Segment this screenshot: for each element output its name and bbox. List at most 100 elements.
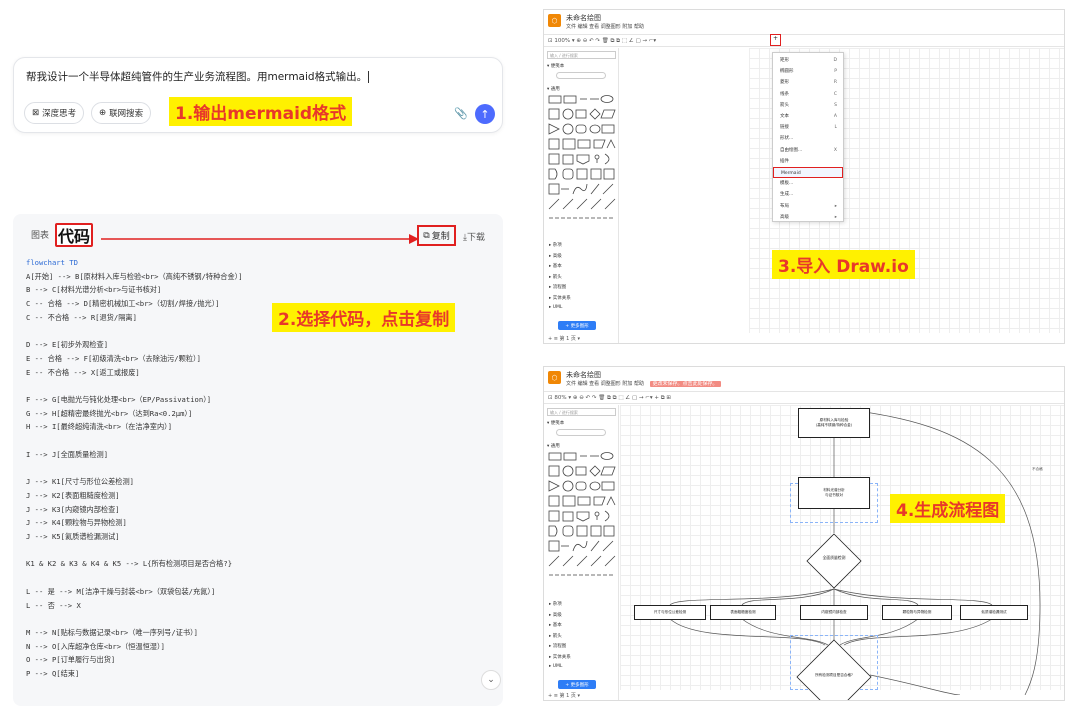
- insert-menu-item[interactable]: 矩形 D: [773, 55, 843, 66]
- flow-node-n2[interactable]: 材料光谱分析 与证书核对: [798, 477, 870, 509]
- code-line: E -- 合格 --> F[初级清洗<br>（去除油污/颗粒）]: [26, 353, 201, 363]
- annotation-step1: 1.输出mermaid格式: [169, 97, 353, 126]
- code-line: N --> O[入库超净仓库<br>（恒温恒湿）]: [26, 641, 165, 651]
- code-line: F --> G[电抛光与钝化处理<br>（EP/Passivation）]: [26, 395, 212, 404]
- code-line: B --> C[材料光谱分析<br>与证书核对]: [26, 285, 162, 295]
- menu-item-label: 文本: [780, 114, 789, 119]
- insert-menu-item[interactable]: 椭圆形 P: [773, 66, 843, 77]
- code-line: D --> E[初步外观检查]: [26, 340, 109, 350]
- more-shapes-button[interactable]: + 更多图形: [558, 680, 596, 689]
- deep-think-button[interactable]: ⊠ 深度思考: [24, 102, 85, 124]
- flow-node-n1[interactable]: 原材料入库与检验 (高纯不锈钢/特种合金): [798, 408, 870, 438]
- scratchpad-drop[interactable]: [556, 429, 606, 436]
- scroll-down-button[interactable]: ⌄: [481, 670, 501, 690]
- menu-item-shortcut: X: [833, 147, 837, 153]
- menu-item-label: 模板...: [780, 181, 794, 187]
- drawio-toolbar[interactable]: ⊡ 100% ▾ ⊕ ⊖ ↶ ↷ 🗑 ⧉ ⧉ ⬚ ∠ ▢ → ⌐▾: [544, 34, 1064, 47]
- insert-menu-item[interactable]: 高级 ▸: [773, 212, 843, 223]
- code-line: H --> I[最终超纯清洗<br>（在洁净室内）]: [26, 422, 173, 432]
- insert-menu-item[interactable]: 线条 C: [773, 89, 843, 100]
- shape-library-item[interactable]: ▸ 流程图: [549, 643, 566, 649]
- screenshot-stage: { "chat":{"prompt":"帮我设计一个半导体超纯管件的生产业务流程…: [0, 0, 1080, 723]
- shape-library-item[interactable]: ▸ 实体关系: [549, 295, 571, 301]
- page-tabs[interactable]: + ≡ 第 1 页 ▾: [548, 692, 580, 699]
- code-line: C -- 不合格 --> R[退货/隔离]: [26, 312, 137, 322]
- prompt-text[interactable]: 帮我设计一个半导体超纯管件的生产业务流程图。用mermaid格式输出。: [26, 69, 370, 84]
- shape-library-item[interactable]: ▸ UML: [549, 305, 562, 310]
- shape-search-input[interactable]: 输入 / 进行搜索: [547, 408, 616, 416]
- menu-item-label: 线条: [780, 91, 789, 97]
- insert-menu-item[interactable]: 链接 L: [773, 122, 843, 133]
- flow-decision-n3[interactable]: [806, 533, 862, 589]
- tab-chart[interactable]: 图表: [31, 228, 49, 241]
- flow-decision-n4[interactable]: [796, 639, 872, 701]
- insert-menu-item[interactable]: 箭头 S: [773, 100, 843, 111]
- general-header[interactable]: ▾ 通用: [547, 86, 560, 92]
- general-header[interactable]: ▾ 通用: [547, 443, 560, 449]
- flow-node-k2[interactable]: 表面粗糙度检测: [710, 605, 776, 620]
- deep-think-label: 深度思考: [42, 109, 77, 119]
- insert-menu-item[interactable]: 自由绘图... X: [773, 145, 843, 156]
- shape-library-item[interactable]: ▸ 基本: [549, 622, 562, 628]
- red-arrow: [101, 234, 419, 244]
- shape-library-item[interactable]: ▸ 流程图: [549, 284, 566, 290]
- shape-library-item[interactable]: ▸ 杂项: [549, 242, 562, 248]
- web-search-button[interactable]: ⊕ 联网搜索: [91, 102, 152, 124]
- web-search-label: 联网搜索: [109, 109, 144, 119]
- drawio-toolbar[interactable]: ⊡ 80% ▾ ⊕ ⊖ ↶ ↷ 🗑 ⧉ ⧉ ⬚ ∠ ▢ → ⌐▾ + ⧉ ⊞: [544, 391, 1064, 404]
- insert-menu[interactable]: 矩形 D 椭圆形 P 菱形 R 线条 C 箭头 S 文本 A 链接 L 形状... 自由绘图... X 插件 Mer…: [772, 52, 844, 222]
- shape-library-item[interactable]: ▸ 高级: [549, 253, 562, 259]
- tab-code[interactable]: 代码: [55, 223, 93, 247]
- shape-sidebar: 输入 / 进行搜索 ▾ 便笺本 ▾ 通用 ▸ 杂项 ▸ 高级 ▸ 基本 ▸ 箭头 ▸ 流…: [544, 48, 619, 343]
- insert-menu-item[interactable]: 模板...: [773, 178, 843, 189]
- insert-menu-item[interactable]: 菱形 R: [773, 77, 843, 88]
- menu-item-label: 高级: [780, 214, 789, 220]
- insert-plus-button[interactable]: +: [770, 34, 781, 46]
- attach-icon[interactable]: 📎: [454, 107, 468, 120]
- insert-menu-item[interactable]: 生成...: [773, 189, 843, 200]
- shape-library-item[interactable]: ▸ 箭头: [549, 633, 562, 639]
- send-button[interactable]: ↑: [475, 104, 495, 124]
- shape-library-item[interactable]: ▸ 实体关系: [549, 654, 571, 660]
- scratchpad-header[interactable]: ▾ 便笺本: [547, 63, 564, 69]
- shape-palette[interactable]: [547, 94, 617, 224]
- scratchpad-drop[interactable]: [556, 72, 606, 79]
- shape-search-input[interactable]: 输入 / 进行搜索: [547, 51, 616, 59]
- menu-item-label: 插件: [780, 158, 789, 164]
- shape-library-item[interactable]: ▸ 基本: [549, 263, 562, 269]
- copy-button[interactable]: ⧉ 复制: [417, 225, 456, 246]
- drawio-menubar[interactable]: 文件 编辑 查看 调整图形 附加 帮助 更改未保存。点击此处保存。: [566, 380, 721, 387]
- menu-item-label: 矩形: [780, 58, 789, 63]
- code-line: L -- 是 --> M[洁净干燥与封装<br>（双袋包装/充氮）]: [26, 586, 216, 596]
- flow-node-k5[interactable]: 氦质谱检漏测试: [960, 605, 1028, 620]
- decision-label-n4: 所有检测项目是否合格?: [815, 673, 853, 677]
- menu-item-label: 形状...: [780, 136, 794, 142]
- flow-node-k3[interactable]: 内窥镜内部检查: [800, 605, 868, 620]
- flow-node-k1[interactable]: 尺寸与形位公差检测: [634, 605, 706, 620]
- scratchpad-header[interactable]: ▾ 便笺本: [547, 420, 564, 426]
- unsaved-badge[interactable]: 更改未保存。点击此处保存。: [649, 381, 721, 387]
- shape-palette[interactable]: [547, 451, 617, 581]
- shape-library-item[interactable]: ▸ 箭头: [549, 274, 562, 280]
- insert-menu-item[interactable]: 布局 ▸: [773, 201, 843, 212]
- insert-menu-item[interactable]: Mermaid: [773, 167, 843, 178]
- globe-icon: ⊕: [99, 108, 107, 118]
- annotation-step2: 2.选择代码，点击复制: [272, 303, 456, 332]
- flow-node-k4[interactable]: 颗粒物与异物检测: [882, 605, 952, 620]
- download-button[interactable]: ⤓下载: [463, 230, 485, 243]
- insert-menu-item[interactable]: 插件: [773, 156, 843, 167]
- drawio-canvas[interactable]: 原材料入库与检验 (高纯不锈钢/特种合金) 材料光谱分析 与证书核对 全面质量检…: [620, 405, 1064, 700]
- shape-library-item[interactable]: ▸ UML: [549, 664, 562, 669]
- copy-label: 复制: [431, 232, 450, 242]
- insert-menu-item[interactable]: 形状...: [773, 133, 843, 144]
- more-shapes-button[interactable]: + 更多图形: [558, 321, 596, 330]
- drawio-menubar[interactable]: 文件 编辑 查看 调整图形 附加 帮助: [566, 23, 644, 30]
- menu-item-shortcut: L: [834, 125, 837, 131]
- insert-menu-item[interactable]: 文本 A: [773, 111, 843, 122]
- shape-library-item[interactable]: ▸ 杂项: [549, 601, 562, 607]
- menu-item-shortcut: C: [833, 91, 837, 97]
- page-tabs[interactable]: + ≡ 第 1 页 ▾: [548, 335, 580, 342]
- shape-library-item[interactable]: ▸ 高级: [549, 612, 562, 618]
- menu-item-label: 生成...: [780, 192, 794, 198]
- decision-label-n3: 全面质量检测: [822, 555, 846, 560]
